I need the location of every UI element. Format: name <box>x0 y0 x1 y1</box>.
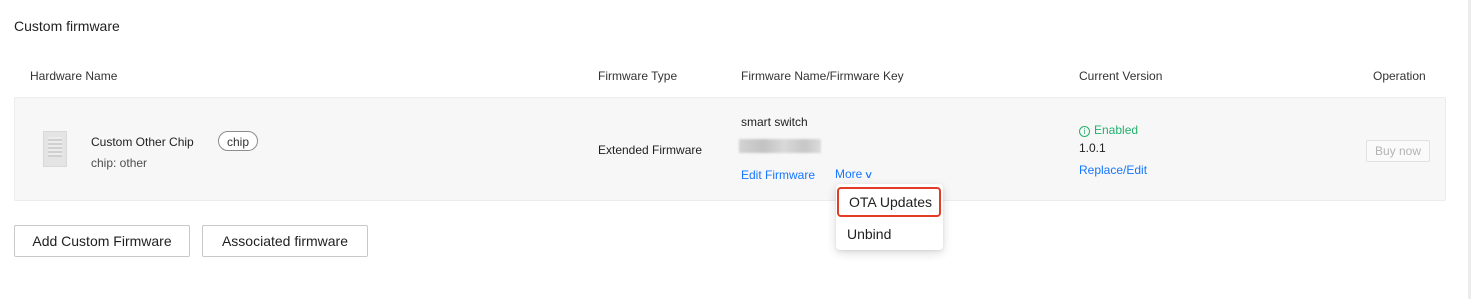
more-dropdown-menu: OTA Updates Unbind <box>836 184 943 250</box>
info-circle-icon: i <box>1079 126 1090 137</box>
header-hardware-name: Hardware Name <box>30 69 118 83</box>
more-dropdown-button[interactable]: More ∨ <box>835 166 874 184</box>
menu-item-unbind[interactable]: Unbind <box>836 219 943 249</box>
associated-firmware-button[interactable]: Associated firmware <box>202 225 368 257</box>
header-current-version: Current Version <box>1079 69 1163 83</box>
menu-item-ota-updates[interactable]: OTA Updates <box>837 187 941 217</box>
custom-firmware-page: Custom firmware Hardware Name Firmware T… <box>0 0 1471 299</box>
hardware-name: Custom Other Chip <box>91 135 194 149</box>
header-firmware-type: Firmware Type <box>598 69 678 83</box>
header-operation: Operation <box>1373 69 1426 83</box>
firmware-name: smart switch <box>741 115 808 129</box>
more-label: More <box>835 167 863 181</box>
edit-firmware-link[interactable]: Edit Firmware <box>741 167 815 183</box>
section-title: Custom firmware <box>14 18 120 34</box>
header-firmware-name-key: Firmware Name/Firmware Key <box>741 69 904 83</box>
chip-image <box>43 131 67 167</box>
current-version: 1.0.1 <box>1079 141 1106 155</box>
firmware-type: Extended Firmware <box>598 143 703 157</box>
buy-now-button[interactable]: Buy now <box>1366 140 1430 162</box>
hardware-subtitle: chip: other <box>91 156 148 170</box>
chevron-down-icon: ∨ <box>864 170 874 181</box>
replace-edit-link[interactable]: Replace/Edit <box>1079 162 1147 178</box>
add-custom-firmware-button[interactable]: Add Custom Firmware <box>14 225 190 257</box>
hardware-tag-badge: chip <box>218 131 259 151</box>
status-label: Enabled <box>1094 123 1139 137</box>
firmware-key-redacted <box>739 139 821 153</box>
status-badge: i Enabled <box>1079 122 1138 138</box>
